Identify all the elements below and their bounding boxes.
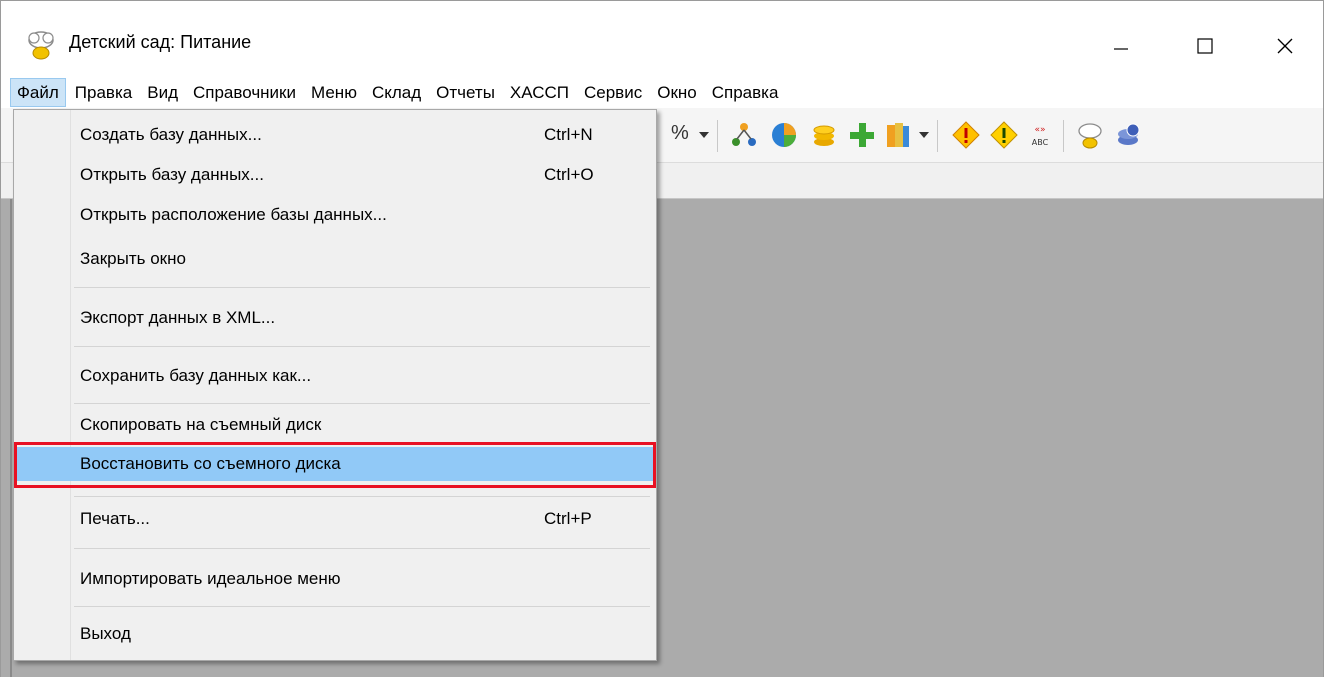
percent-dropdown-arrow-icon[interactable] [699, 132, 709, 138]
menu-item-label: Импортировать идеальное меню [80, 569, 341, 588]
menu-view[interactable]: Вид [141, 78, 184, 107]
svg-text:ABC: ABC [1032, 138, 1049, 147]
maximize-icon [1197, 38, 1213, 54]
pie-chart-icon[interactable] [769, 120, 799, 150]
menu-item-close-window[interactable]: Закрыть окно [16, 242, 654, 276]
menu-separator [74, 606, 650, 607]
menu-window[interactable]: Окно [651, 78, 703, 107]
menu-item-label: Сохранить базу данных как... [80, 366, 312, 385]
minimize-icon [1114, 48, 1128, 50]
menu-help[interactable]: Справка [706, 78, 785, 107]
menu-item-label: Выход [80, 624, 131, 643]
menu-item-shortcut: Ctrl+N [544, 125, 593, 144]
menu-item-label: Закрыть окно [80, 249, 186, 268]
workspace-edge [10, 199, 12, 677]
close-icon [1277, 38, 1293, 54]
menu-item-import-ideal-menu[interactable]: Импортировать идеальное меню [16, 562, 654, 596]
menu-separator [74, 346, 650, 347]
book-dropdown-arrow-icon[interactable] [919, 132, 929, 138]
toolbar-separator [1063, 120, 1064, 152]
menu-item-label: Печать... [80, 509, 150, 528]
chef-hat-icon [28, 31, 54, 60]
menu-item-label: Создать базу данных... [80, 125, 262, 144]
close-button[interactable] [1249, 19, 1321, 73]
menu-item-open-database-location[interactable]: Открыть расположение базы данных... [16, 198, 654, 232]
structure-icon[interactable] [729, 120, 759, 150]
book-icon[interactable] [883, 120, 913, 150]
menu-directories[interactable]: Справочники [187, 78, 302, 107]
menu-item-label: Экспорт данных в XML... [80, 308, 276, 327]
svg-text:«»: «» [1034, 125, 1045, 135]
menu-item-create-database[interactable]: Создать базу данных... Ctrl+N [16, 118, 654, 152]
toolbar-separator [717, 120, 718, 152]
toolbar-separator [937, 120, 938, 152]
window-title: Детский сад: Питание [69, 32, 252, 52]
info-diamond-icon[interactable] [989, 120, 1019, 150]
menu-item-label: Открыть расположение базы данных... [80, 205, 387, 224]
menu-separator [74, 548, 650, 549]
menu-item-shortcut: Ctrl+P [544, 509, 592, 528]
minimize-button[interactable] [1085, 19, 1157, 73]
menu-service[interactable]: Сервис [578, 78, 648, 107]
menu-haccp[interactable]: ХАССП [504, 78, 575, 107]
menu-separator [74, 403, 650, 404]
menu-bar: Файл Правка Вид Справочники Меню Склад О… [1, 77, 1323, 108]
database-icon[interactable] [1113, 120, 1143, 150]
menu-item-label: Открыть базу данных... [80, 165, 264, 184]
menu-item-copy-to-removable-disk[interactable]: Скопировать на съемный диск [16, 408, 654, 442]
title-bar: Детский сад: Питание [1, 1, 1323, 77]
maximize-button[interactable] [1169, 19, 1241, 73]
menu-separator [74, 287, 650, 288]
highlight-box [14, 442, 656, 488]
menu-file[interactable]: Файл [10, 78, 66, 107]
menu-item-label: Скопировать на съемный диск [80, 415, 322, 434]
menu-item-exit[interactable]: Выход [16, 617, 654, 651]
menu-separator [74, 496, 650, 497]
percent-button[interactable]: % [671, 122, 689, 145]
add-plus-icon[interactable] [847, 120, 877, 150]
menu-item-save-database-as[interactable]: Сохранить базу данных как... [16, 359, 654, 393]
menu-warehouse[interactable]: Склад [366, 78, 427, 107]
menu-item-export-xml[interactable]: Экспорт данных в XML... [16, 301, 654, 335]
warning-diamond-icon[interactable] [951, 120, 981, 150]
menu-item-shortcut: Ctrl+O [544, 165, 594, 184]
menu-item-print[interactable]: Печать... Ctrl+P [16, 502, 654, 536]
menu-item-open-database[interactable]: Открыть базу данных... Ctrl+O [16, 158, 654, 192]
menu-menu[interactable]: Меню [305, 78, 363, 107]
coins-icon[interactable] [809, 120, 839, 150]
chef-hat-icon[interactable] [1075, 120, 1105, 150]
abc-spelling-icon[interactable]: «» ABC [1025, 120, 1055, 150]
file-menu-dropdown: Создать базу данных... Ctrl+N Открыть ба… [13, 109, 657, 661]
app-window: Детский сад: Питание Файл Правка Вид Спр… [0, 0, 1324, 677]
menu-edit[interactable]: Правка [69, 78, 138, 107]
menu-reports[interactable]: Отчеты [430, 78, 501, 107]
